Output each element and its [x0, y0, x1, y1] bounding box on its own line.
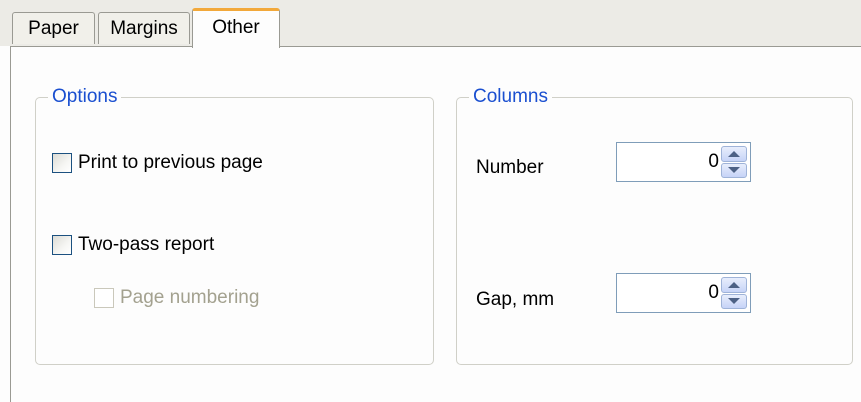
number-spinner[interactable]: 0 [616, 142, 751, 182]
tab-paper[interactable]: Paper [12, 12, 95, 44]
print-to-previous-page-label: Print to previous page [78, 152, 263, 173]
two-pass-report-label: Two-pass report [78, 234, 215, 255]
two-pass-report-box[interactable] [52, 235, 72, 255]
page-numbering-box[interactable] [94, 288, 114, 308]
two-pass-report-checkbox[interactable]: Two-pass report [52, 234, 214, 256]
tab-margins[interactable]: Margins [98, 12, 190, 44]
gap-label: Gap, mm [476, 289, 555, 310]
arrow-up-icon [728, 281, 740, 288]
number-value[interactable]: 0 [708, 151, 719, 173]
options-group: Options [35, 86, 434, 365]
options-group-title: Options [48, 86, 122, 108]
number-increment-button[interactable] [721, 146, 747, 162]
page-setup-dialog: Paper Margins Other Options Print to pre… [0, 0, 861, 402]
gap-decrement-button[interactable] [721, 293, 747, 309]
number-decrement-button[interactable] [721, 162, 747, 178]
arrow-down-icon [728, 167, 740, 174]
print-to-previous-page-box[interactable] [52, 153, 72, 173]
page-numbering-checkbox[interactable]: Page numbering [94, 287, 259, 309]
gap-value[interactable]: 0 [708, 282, 719, 304]
number-spin-buttons [721, 146, 747, 178]
gap-spinner[interactable]: 0 [616, 273, 751, 313]
columns-group: Columns [456, 86, 853, 365]
arrow-down-icon [728, 298, 740, 305]
arrow-up-icon [728, 150, 740, 157]
gap-increment-button[interactable] [721, 277, 747, 293]
number-label: Number [476, 157, 544, 178]
gap-spin-buttons [721, 277, 747, 309]
tab-strip: Paper Margins Other [0, 0, 861, 48]
tab-other[interactable]: Other [192, 8, 280, 48]
page-numbering-label: Page numbering [120, 287, 260, 308]
print-to-previous-page-checkbox[interactable]: Print to previous page [52, 152, 263, 174]
columns-group-title: Columns [469, 86, 552, 108]
